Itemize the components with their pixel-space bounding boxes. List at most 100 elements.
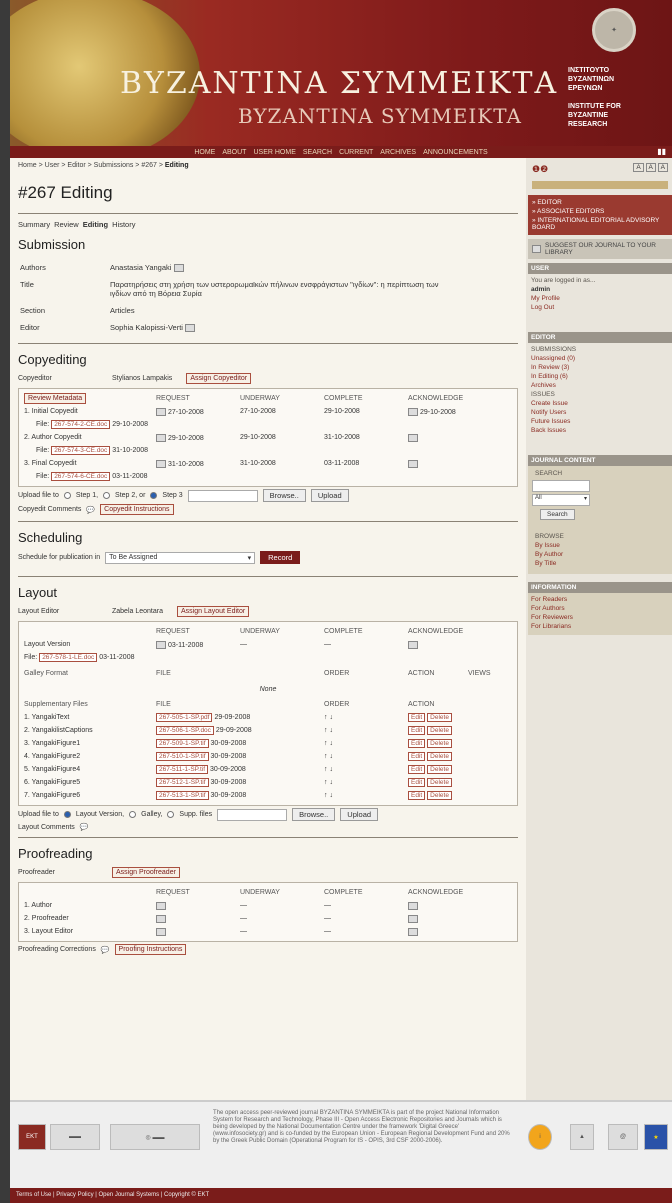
edit-button[interactable]: Edit (408, 726, 426, 736)
email-icon[interactable] (156, 459, 166, 468)
nav-archives[interactable]: ARCHIVES (380, 149, 416, 156)
nav-search[interactable]: SEARCH (303, 149, 332, 156)
order-arrows-icon[interactable]: ↑ ↓ (324, 779, 408, 786)
sidebar-item-in-review[interactable]: In Review (3) (528, 363, 672, 372)
log-out-link[interactable]: Log Out (528, 303, 672, 312)
copyedit-file-link[interactable]: 267-574-6-CE.doc (51, 472, 111, 482)
browse-button[interactable]: Browse.. (262, 489, 306, 503)
tab-review[interactable]: Review (54, 220, 79, 229)
tab-summary[interactable]: Summary (18, 220, 50, 229)
email-icon[interactable] (408, 914, 418, 923)
file-path-input[interactable] (217, 808, 288, 821)
tab-editing[interactable]: Editing (83, 220, 108, 229)
tab-history[interactable]: History (112, 220, 135, 229)
info-for-readers[interactable]: For Readers (528, 595, 672, 604)
email-icon[interactable] (408, 433, 418, 442)
assign-proofreader-button[interactable]: Assign Proofreader (112, 867, 180, 879)
font-large-button[interactable]: A (657, 163, 668, 172)
supp-file-link[interactable]: 267-512-1-SP.tif (156, 778, 209, 788)
file-path-input[interactable] (187, 489, 258, 502)
email-icon[interactable] (185, 324, 196, 333)
delete-button[interactable]: Delete (427, 791, 452, 801)
browse-by-title[interactable]: By Title (532, 559, 668, 568)
my-profile-link[interactable]: My Profile (528, 294, 672, 303)
email-icon[interactable] (408, 459, 418, 468)
delete-button[interactable]: Delete (427, 739, 452, 749)
step1-radio[interactable] (63, 492, 71, 500)
supp-file-link[interactable]: 267-511-1-SP.tif (156, 765, 209, 775)
search-input[interactable] (532, 480, 590, 492)
supp-file-link[interactable]: 267-506-1-SP.doc (156, 726, 214, 736)
email-icon[interactable] (156, 407, 166, 416)
help-icon[interactable]: ❶❷ (532, 164, 548, 175)
copyedit-file-link[interactable]: 267-574-2-CE.doc (51, 420, 111, 430)
sidebar-item-advisory-board[interactable]: » INTERNATIONAL EDITORIAL ADVISORY BOARD (532, 216, 668, 232)
assign-layout-editor-button[interactable]: Assign Layout Editor (176, 606, 250, 618)
email-icon[interactable] (156, 927, 166, 936)
comment-icon[interactable]: 💬 (80, 823, 89, 831)
email-icon[interactable] (156, 901, 166, 910)
search-button[interactable]: Search (540, 509, 575, 520)
record-button[interactable]: Record (260, 551, 301, 565)
order-arrows-icon[interactable]: ↑ ↓ (324, 727, 408, 734)
edit-button[interactable]: Edit (408, 778, 426, 788)
sidebar-item-future-issues[interactable]: Future Issues (528, 417, 672, 426)
email-icon[interactable] (408, 407, 418, 416)
nav-announcements[interactable]: ANNOUNCEMENTS (423, 149, 488, 156)
supp-file-link[interactable]: 267-513-1-SP.tif (156, 791, 209, 801)
nav-current[interactable]: CURRENT (339, 149, 373, 156)
font-small-button[interactable]: A (633, 163, 644, 172)
supp-file-link[interactable]: 267-505-1-SP.pdf (156, 713, 213, 723)
sidebar-item-in-editing[interactable]: In Editing (6) (528, 372, 672, 381)
edit-button[interactable]: Edit (408, 739, 426, 749)
step3-radio[interactable] (150, 492, 158, 500)
layout-file-link[interactable]: 267-578-1-LE.doc (39, 653, 98, 663)
browse-button[interactable]: Browse.. (292, 808, 336, 822)
sidebar-item-notify-users[interactable]: Notify Users (528, 408, 672, 417)
sidebar-item-archives[interactable]: Archives (528, 381, 672, 390)
review-metadata-button[interactable]: Review Metadata (24, 393, 87, 405)
order-arrows-icon[interactable]: ↑ ↓ (324, 766, 408, 773)
nav-home[interactable]: HOME (194, 149, 215, 156)
schedule-select[interactable]: To Be Assigned ▾ (105, 551, 256, 564)
email-icon[interactable] (408, 640, 418, 649)
info-for-librarians[interactable]: For Librarians (528, 622, 672, 631)
delete-button[interactable]: Delete (427, 713, 452, 723)
edit-button[interactable]: Edit (408, 713, 426, 723)
order-arrows-icon[interactable]: ↑ ↓ (324, 792, 408, 799)
email-icon[interactable] (156, 640, 166, 649)
email-icon[interactable] (408, 901, 418, 910)
journal-title-greek[interactable]: ΒΥΖΑΝΤΙΝΑ ΣΥΜΜΕΙΚΤΑ (120, 66, 558, 101)
email-icon[interactable] (408, 927, 418, 936)
delete-button[interactable]: Delete (427, 765, 452, 775)
delete-button[interactable]: Delete (427, 778, 452, 788)
nav-about[interactable]: ABOUT (222, 149, 246, 156)
order-arrows-icon[interactable]: ↑ ↓ (324, 714, 408, 721)
copyedit-file-link[interactable]: 267-574-3-CE.doc (51, 446, 111, 456)
delete-button[interactable]: Delete (427, 726, 452, 736)
order-arrows-icon[interactable]: ↑ ↓ (324, 753, 408, 760)
comment-icon[interactable]: 💬 (86, 506, 95, 514)
font-medium-button[interactable]: A (645, 163, 656, 172)
supp-files-radio[interactable] (167, 811, 175, 819)
sidebar-item-editor[interactable]: » EDITOR (532, 198, 668, 207)
edit-button[interactable]: Edit (408, 791, 426, 801)
search-field-select[interactable]: All ▾ (532, 494, 590, 506)
proofing-instructions-button[interactable]: Proofing Instructions (114, 944, 187, 956)
breadcrumb-current[interactable]: Editing (165, 162, 189, 169)
edit-button[interactable]: Edit (408, 765, 426, 775)
suggest-journal-link[interactable]: SUGGEST OUR JOURNAL TO YOUR LIBRARY (545, 242, 668, 256)
copyedit-instructions-button[interactable]: Copyedit Instructions (100, 504, 174, 516)
email-icon[interactable] (156, 914, 166, 923)
sidebar-item-create-issue[interactable]: Create Issue (528, 399, 672, 408)
browse-by-issue[interactable]: By Issue (532, 541, 668, 550)
info-for-reviewers[interactable]: For Reviewers (528, 613, 672, 622)
order-arrows-icon[interactable]: ↑ ↓ (324, 740, 408, 747)
email-icon[interactable] (173, 264, 184, 273)
email-icon[interactable] (156, 433, 166, 442)
assign-copyeditor-button[interactable]: Assign Copyeditor (186, 373, 252, 385)
supp-file-link[interactable]: 267-509-1-SP.tif (156, 739, 209, 749)
footer-links[interactable]: Terms of Use | Privacy Policy | Open Jou… (10, 1188, 672, 1203)
edit-button[interactable]: Edit (408, 752, 426, 762)
sidebar-item-back-issues[interactable]: Back Issues (528, 426, 672, 435)
